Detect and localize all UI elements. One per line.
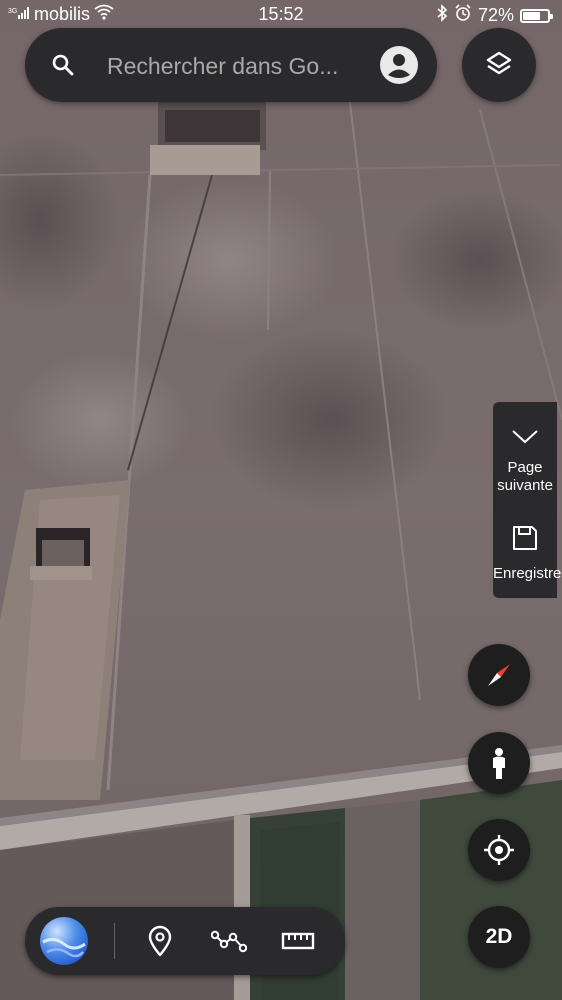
toolbar-divider (114, 923, 115, 959)
compass-icon (488, 664, 510, 686)
earth-globe-icon[interactable] (39, 916, 89, 966)
next-page-label: Page suivante (497, 459, 553, 494)
bottom-toolbar (25, 907, 345, 975)
save-label: Enregistrer (493, 565, 562, 582)
status-bar: 3G mobilis 15:52 72% (0, 0, 562, 30)
draw-path-icon (210, 930, 248, 953)
pegman-icon (493, 748, 505, 779)
layers-icon (486, 51, 512, 75)
bluetooth-icon (436, 4, 448, 27)
battery-icon (520, 8, 553, 23)
compass-button[interactable] (468, 644, 530, 706)
search-input[interactable] (105, 48, 379, 84)
place-pin-icon (148, 925, 172, 957)
side-panel: Page suivante Enregistrer (493, 402, 562, 598)
chevron-down-icon (512, 430, 538, 444)
measure-button[interactable] (281, 924, 315, 958)
ruler-icon (281, 932, 315, 950)
add-placemark-button[interactable] (143, 924, 177, 958)
street-view-button[interactable] (468, 732, 530, 794)
view-mode-label: 2D (485, 925, 513, 948)
battery-percent: 72% (477, 5, 514, 25)
account-circle-icon[interactable] (379, 45, 419, 85)
draw-path-button[interactable] (210, 924, 248, 958)
alarm-icon (454, 4, 472, 27)
save-button[interactable]: Enregistrer (493, 524, 562, 583)
save-icon (513, 526, 537, 550)
next-page-button[interactable]: Page suivante (493, 428, 557, 495)
search-bar[interactable] (25, 28, 437, 102)
status-right: 72% (436, 4, 553, 27)
my-location-button[interactable] (468, 819, 530, 881)
my-location-icon (484, 835, 514, 865)
search-icon[interactable] (51, 53, 75, 82)
battery-fill (523, 11, 541, 20)
layers-button[interactable] (462, 28, 536, 102)
view-mode-toggle[interactable]: 2D (468, 906, 530, 968)
